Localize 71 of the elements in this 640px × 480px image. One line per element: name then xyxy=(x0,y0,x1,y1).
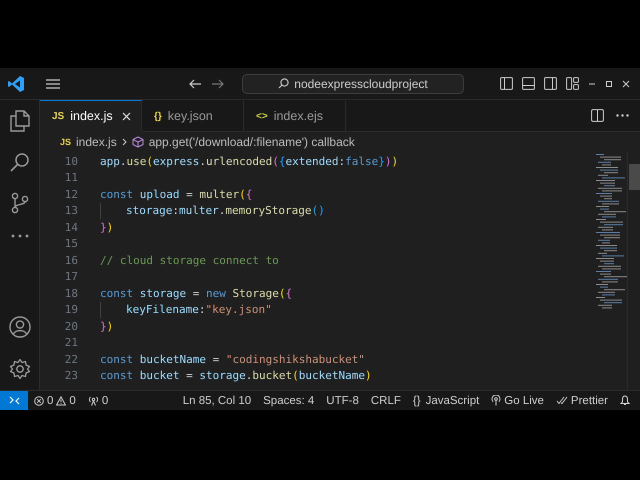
settings-icon[interactable] xyxy=(8,358,30,380)
bell-icon[interactable] xyxy=(620,395,630,406)
search-icon[interactable] xyxy=(10,152,30,172)
line-number: 15 xyxy=(64,237,78,250)
line-number: 23 xyxy=(64,369,78,382)
more-icon[interactable] xyxy=(10,234,28,238)
line-number: 11 xyxy=(64,171,78,184)
line-number: 19 xyxy=(64,303,78,316)
code-line: // cloud storage connect to xyxy=(100,254,279,267)
close-icon[interactable] xyxy=(622,80,630,88)
editor-tab[interactable]: JS index.js xyxy=(40,100,142,132)
js-file-icon: JS xyxy=(60,137,72,147)
search-icon xyxy=(278,78,290,89)
search-field[interactable]: nodeexpresscloudproject xyxy=(242,74,464,94)
forward-arrow-icon[interactable] xyxy=(211,78,224,88)
secondary-sidebar-icon[interactable] xyxy=(544,77,557,90)
double-check-icon xyxy=(556,396,568,405)
panel-toggle-icon[interactable] xyxy=(522,77,535,90)
code-line: }) xyxy=(100,220,114,234)
files-icon[interactable] xyxy=(10,110,30,132)
more-icon[interactable] xyxy=(616,114,629,117)
cube-icon xyxy=(132,136,144,148)
line-number: 20 xyxy=(64,320,78,333)
line-number: 13 xyxy=(64,204,78,218)
code-line: keyFilename:"key.json" xyxy=(126,303,272,316)
code-line: storage:multer.memoryStorage() xyxy=(126,204,325,218)
chevron-icon xyxy=(122,138,127,146)
prettier-button[interactable]: Prettier xyxy=(550,394,614,406)
logo-icon xyxy=(7,74,25,92)
antenna-icon xyxy=(88,396,99,406)
status-item[interactable]: CRLF xyxy=(364,394,407,406)
line-number: 14 xyxy=(64,220,78,234)
split-editor-icon[interactable] xyxy=(591,109,604,122)
scrollbar-thumb[interactable] xyxy=(629,164,640,190)
go-live-button[interactable]: Go Live xyxy=(485,394,550,406)
line-number: 17 xyxy=(64,270,78,284)
problems-button[interactable]: 0 0 xyxy=(28,394,82,406)
line-number: 10 xyxy=(64,154,78,168)
code-line: app.use(express.urlencoded({extended:false})) xyxy=(100,154,398,168)
menu-icon[interactable] xyxy=(46,78,60,88)
remote-icon xyxy=(8,396,20,405)
layout-icon[interactable] xyxy=(566,77,579,90)
status-item[interactable]: Ln 85, Col 10 xyxy=(176,394,258,406)
line-number: 12 xyxy=(64,188,78,201)
breadcrumb-item[interactable]: app.get('/download/:filename') callback xyxy=(148,135,355,149)
editor-tab[interactable]: <> index.ejs xyxy=(244,100,346,132)
status-item[interactable]: UTF-8 xyxy=(320,394,365,406)
code-line: const bucketName = "codingshikshabucket" xyxy=(100,352,365,366)
line-number: 21 xyxy=(64,336,78,350)
close-icon[interactable] xyxy=(122,112,131,120)
sidebar-toggle-icon[interactable] xyxy=(500,77,513,90)
account-icon[interactable] xyxy=(8,316,30,338)
error-icon xyxy=(34,396,44,406)
line-number: 18 xyxy=(64,286,78,300)
code-line: }) xyxy=(100,320,114,333)
source-control-icon[interactable] xyxy=(10,192,28,214)
ports-button[interactable]: 0 xyxy=(82,394,114,406)
broadcast-icon xyxy=(491,395,502,406)
line-number: 22 xyxy=(64,352,78,366)
line-number: 16 xyxy=(64,254,78,267)
remote-button[interactable] xyxy=(0,391,28,410)
status-item[interactable]: Spaces: 4 xyxy=(257,394,320,406)
warning-icon xyxy=(56,396,66,406)
restore-icon[interactable] xyxy=(605,80,613,88)
language-button[interactable]: {} JavaScript xyxy=(406,394,486,406)
code-line: const bucket = storage.bucket(bucketName) xyxy=(100,369,372,382)
back-arrow-icon[interactable] xyxy=(189,78,202,88)
editor-tab[interactable]: {} key.json xyxy=(142,100,244,132)
code-line: const storage = new Storage({ xyxy=(100,286,292,300)
breadcrumb-item[interactable]: index.js xyxy=(76,135,117,149)
code-line: const upload = multer({ xyxy=(100,188,252,201)
